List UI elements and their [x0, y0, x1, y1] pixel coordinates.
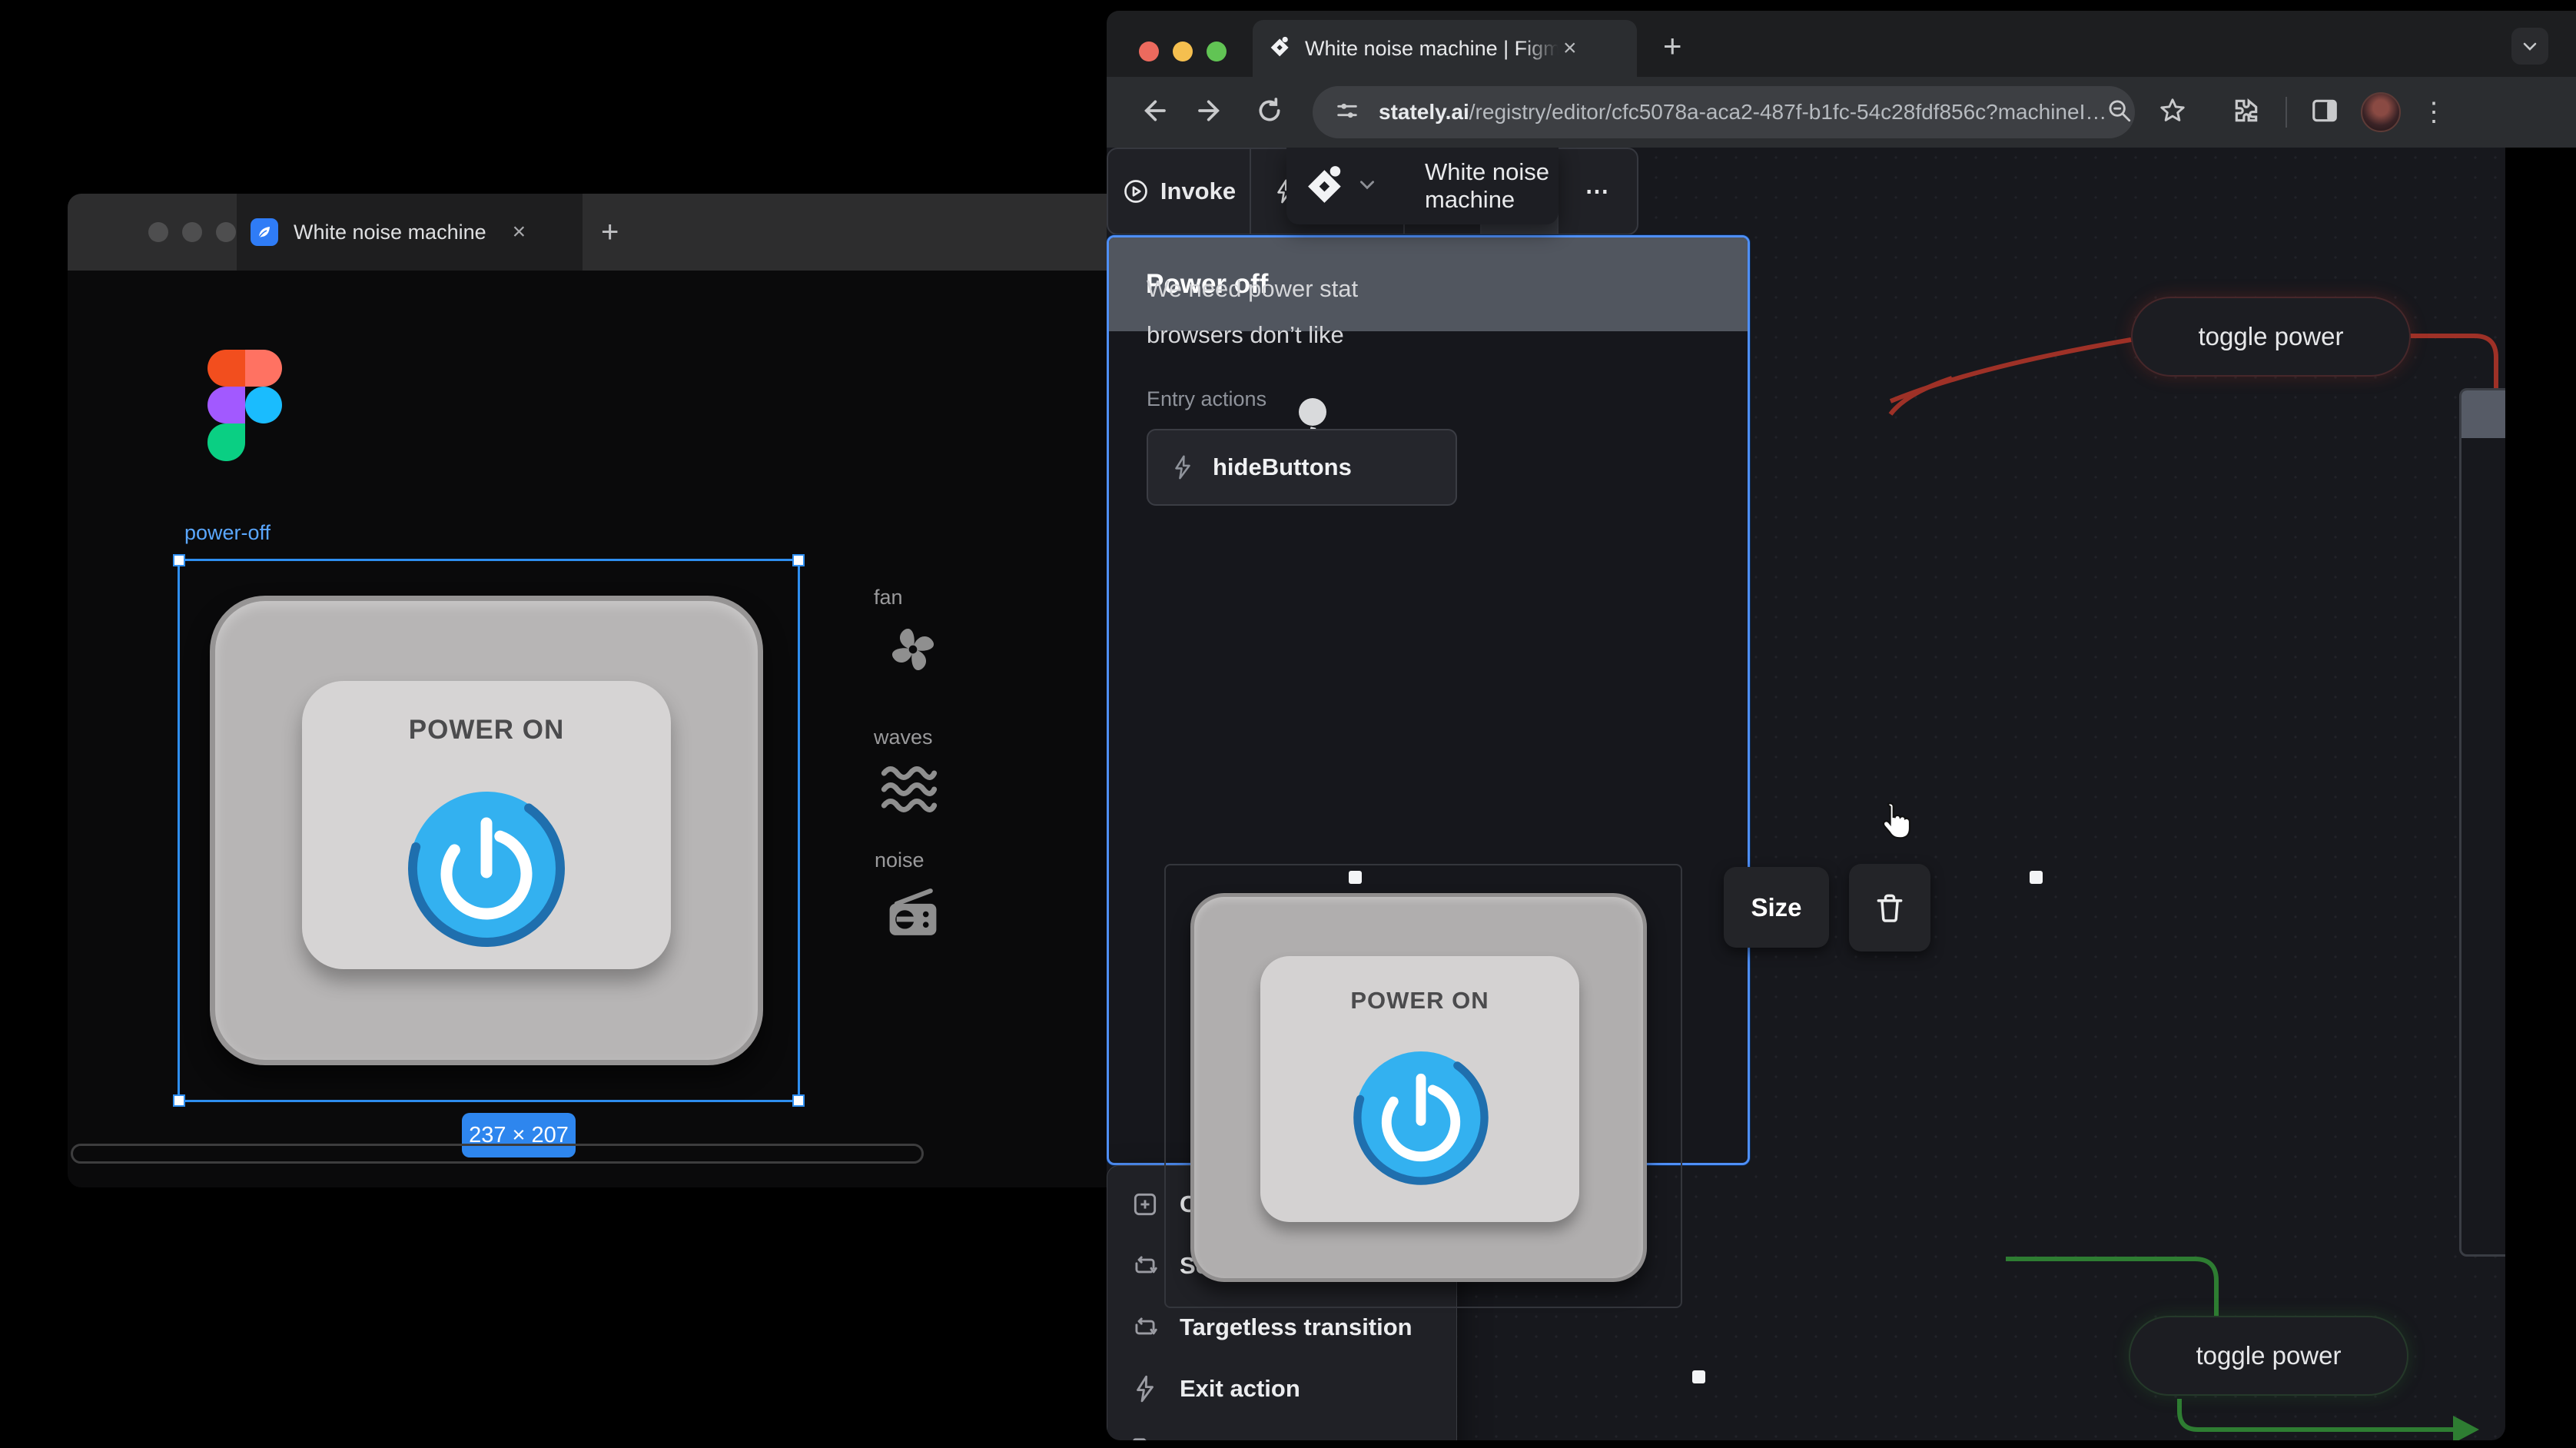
power-button[interactable]: [404, 786, 569, 951]
profile-avatar[interactable]: [2361, 92, 2401, 132]
chrome-tab-strip: White noise machine | Figma × +: [1107, 11, 2576, 77]
selection-handle[interactable]: [792, 1094, 805, 1107]
layer-label-noise[interactable]: noise: [875, 849, 925, 872]
entry-action-hidebuttons[interactable]: hideButtons: [1147, 429, 1457, 506]
entry-action-name: hideButtons: [1213, 453, 1352, 481]
selection-handle[interactable]: [792, 554, 805, 566]
embed-delete-button[interactable]: [1849, 864, 1930, 951]
transition-label: toggle power: [2196, 1341, 2342, 1370]
side-panel-icon[interactable]: [2310, 96, 2339, 129]
zoom-window-button[interactable]: [1207, 42, 1227, 61]
node-resize-handle-right[interactable]: [2030, 871, 2043, 884]
state-node-partial[interactable]: [2459, 388, 2505, 1257]
minimize-window-button[interactable]: [182, 222, 202, 242]
bookmark-star-icon[interactable]: [2158, 96, 2187, 129]
site-settings-icon[interactable]: [1334, 98, 1360, 128]
layer-label-fan[interactable]: fan: [874, 586, 903, 609]
forward-icon[interactable]: [1196, 95, 1227, 130]
tab-search-button[interactable]: [2511, 28, 2548, 65]
zoom-window-button[interactable]: [216, 222, 236, 242]
figma-embed-frame[interactable]: POWER ON: [1164, 864, 1682, 1308]
state-description-line1: We need power stat: [1147, 275, 1358, 303]
transition-toggle-power-top[interactable]: toggle power: [2131, 297, 2411, 377]
transition-toggle-power-bottom[interactable]: toggle power: [2129, 1316, 2408, 1396]
selection-handle[interactable]: [173, 554, 185, 566]
figma-file-icon: [251, 218, 278, 246]
chrome-window: White noise machine | Figma × +: [1107, 11, 2576, 1448]
close-window-button[interactable]: [148, 222, 168, 242]
frame-label[interactable]: power-off: [184, 521, 271, 545]
transition-label: toggle power: [2199, 322, 2344, 351]
state-node-partial-header: [2461, 390, 2505, 438]
stately-favicon-icon: [1270, 36, 1291, 61]
figma-new-tab-button[interactable]: +: [601, 215, 619, 250]
stately-canvas[interactable]: White noise machine Invoke Action +: [1107, 148, 2505, 1440]
selection-handle[interactable]: [173, 1094, 185, 1107]
embed-size-button[interactable]: Size: [1724, 867, 1829, 948]
chrome-tab-stately[interactable]: White noise machine | Figma ×: [1253, 20, 1637, 77]
back-icon[interactable]: [1137, 95, 1168, 130]
close-icon[interactable]: ×: [1563, 35, 1577, 61]
close-icon[interactable]: ×: [513, 219, 526, 245]
figma-window: White noise machine × + power-off: [68, 194, 1286, 1187]
chrome-tab-title: White noise machine | Figma: [1305, 37, 1559, 61]
extensions-icon[interactable]: [2232, 96, 2261, 129]
machine-title: White noise machine: [1425, 158, 1559, 214]
url-path: /registry/editor/cfc5078a-aca2-487f-b1fc…: [1469, 100, 2107, 124]
desktop: White noise machine × + power-off: [0, 0, 2576, 1448]
stately-app-header: White noise machine: [1286, 148, 1559, 224]
chrome-new-tab-button[interactable]: +: [1663, 28, 1682, 65]
toolbar-divider: [2286, 97, 2287, 128]
figma-logo-icon: [207, 350, 282, 461]
url-host: stately.ai: [1379, 100, 1469, 124]
embed-power-button: [1350, 1047, 1492, 1192]
chrome-menu-kebab-icon[interactable]: ⋮: [2421, 97, 2447, 128]
waves-icon[interactable]: [879, 762, 939, 820]
close-window-button[interactable]: [1139, 42, 1159, 61]
cursor-pointer-icon: [1875, 801, 1915, 845]
size-button-label: Size: [1751, 893, 1801, 922]
chrome-toolbar: stately.ai/registry/editor/cfc5078a-aca2…: [1107, 77, 2576, 148]
entry-actions-label: Entry actions: [1147, 387, 1266, 411]
layer-label-waves[interactable]: waves: [874, 726, 933, 749]
stately-logo-icon[interactable]: [1306, 164, 1346, 208]
figma-canvas[interactable]: power-off POWER ON 237 ×: [68, 271, 1286, 1187]
power-on-label: POWER ON: [302, 715, 671, 746]
figma-tab-bar: White noise machine × +: [68, 194, 1286, 271]
figma-horizontal-scrollbar[interactable]: [71, 1144, 924, 1164]
figma-tab-title: White noise machine: [294, 221, 486, 244]
radio-icon[interactable]: [884, 884, 942, 946]
url-bar[interactable]: stately.ai/registry/editor/cfc5078a-aca2…: [1313, 86, 2135, 138]
minimize-window-button[interactable]: [1173, 42, 1193, 61]
zoom-page-icon[interactable]: [2106, 98, 2133, 128]
chevron-down-icon[interactable]: [1357, 174, 1377, 198]
reload-icon[interactable]: [1254, 95, 1285, 130]
fan-icon[interactable]: [884, 620, 942, 682]
initial-state-dot[interactable]: [1299, 398, 1326, 426]
state-description-line2: browsers don’t like: [1147, 321, 1344, 349]
node-resize-handle-bottom[interactable]: [1692, 1370, 1705, 1383]
node-resize-handle-left[interactable]: [1349, 871, 1362, 884]
figma-tab-white-noise-machine[interactable]: White noise machine ×: [237, 194, 583, 271]
embed-power-on-label: POWER ON: [1260, 987, 1579, 1015]
